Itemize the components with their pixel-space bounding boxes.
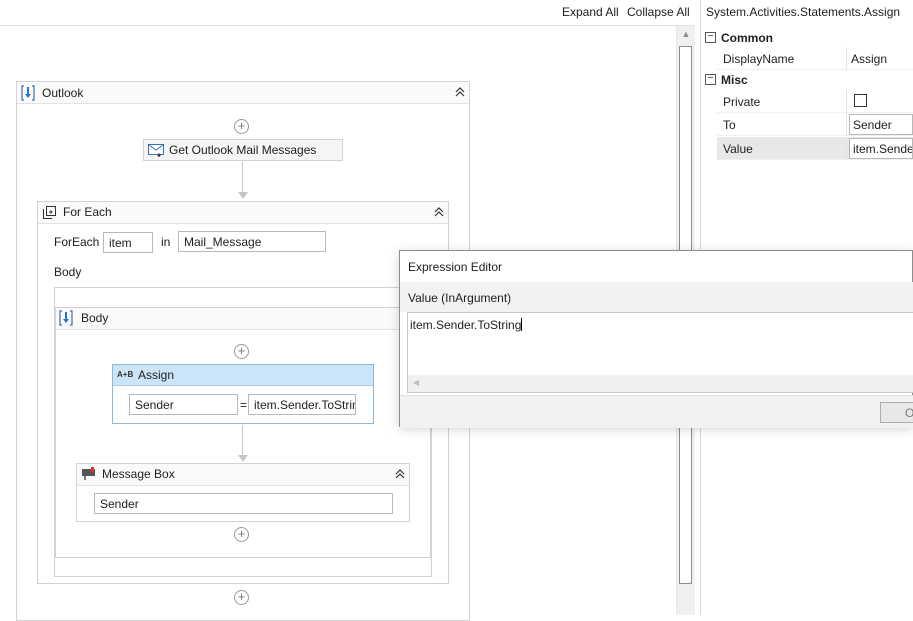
property-name: Private	[723, 95, 761, 109]
for-each-title: For Each	[63, 205, 112, 219]
property-name: To	[723, 118, 736, 132]
properties-title: System.Activities.Statements.Assign	[706, 5, 901, 19]
minus-icon[interactable]: −	[705, 74, 716, 85]
add-activity-plus-icon[interactable]: +	[234, 527, 249, 542]
ok-button[interactable]: OK	[880, 402, 913, 423]
expression-text-content: item.Sender.ToString	[410, 318, 522, 332]
property-row-to[interactable]: To Sender	[717, 113, 913, 136]
property-row-displayname[interactable]: DisplayName Assign	[717, 47, 913, 70]
foreach-collection-input[interactable]: Mail_Message	[178, 231, 326, 252]
add-activity-plus-icon[interactable]: +	[234, 344, 249, 359]
text-caret	[521, 318, 523, 331]
assign-title: Assign	[138, 368, 175, 382]
in-label: in	[161, 235, 171, 249]
property-row-value[interactable]: Value item.Sender.ToString	[717, 137, 913, 160]
outlook-sequence-title: Outlook	[42, 86, 84, 100]
assign-equals-sign: =	[240, 398, 248, 412]
foreach-label: ForEach	[54, 235, 100, 249]
body-sequence-title: Body	[81, 311, 109, 325]
collapse-all-link[interactable]: Collapse All	[627, 5, 690, 19]
expand-all-link[interactable]: Expand All	[562, 5, 619, 19]
assign-icon: A+B	[117, 370, 134, 379]
property-name: DisplayName	[723, 52, 795, 66]
sequence-icon	[59, 310, 73, 326]
expression-text[interactable]: item.Sender.ToString	[410, 318, 523, 332]
expression-text-editor[interactable]: item.Sender.ToString ◀	[407, 312, 913, 393]
collapse-icon[interactable]	[453, 86, 467, 100]
for-each-header[interactable]: For Each	[38, 202, 448, 224]
property-name: Value	[723, 142, 753, 156]
message-box-icon	[82, 467, 95, 480]
add-activity-plus-icon[interactable]: +	[234, 590, 249, 605]
collapse-icon[interactable]	[432, 206, 446, 220]
add-activity-plus-icon[interactable]: +	[234, 119, 249, 134]
connector-line	[242, 425, 243, 455]
property-value-cell[interactable]	[846, 90, 913, 113]
collapse-icon[interactable]	[393, 468, 407, 482]
displayname-value[interactable]: Assign	[851, 52, 887, 66]
property-value-cell[interactable]: Sender	[846, 113, 913, 136]
minus-icon[interactable]: −	[705, 32, 716, 43]
assign-header[interactable]: A+B Assign	[113, 365, 373, 386]
dialog-title: Expression Editor	[408, 260, 503, 274]
get-outlook-mail-messages-activity[interactable]: Get Outlook Mail Messages	[143, 139, 343, 161]
scroll-up-arrow-icon[interactable]: ▲	[677, 26, 695, 43]
private-checkbox[interactable]	[854, 94, 867, 107]
body-label: Body	[54, 265, 82, 279]
value-value-input[interactable]: item.Sender.ToString	[849, 138, 913, 159]
mail-icon	[148, 144, 164, 157]
message-box-title: Message Box	[102, 467, 175, 481]
message-box-header[interactable]: Message Box	[77, 464, 409, 486]
for-each-icon	[43, 206, 56, 219]
dialog-footer: OK	[400, 395, 913, 428]
connector-arrow-icon	[238, 192, 248, 199]
assign-to-input[interactable]: Sender	[129, 394, 238, 415]
connector-line	[242, 162, 243, 192]
foreach-item-variable-input[interactable]: item	[103, 232, 153, 253]
category-common-label: Common	[721, 31, 773, 45]
category-common[interactable]: − Common	[701, 28, 913, 48]
property-value-cell[interactable]: Assign	[846, 47, 913, 70]
sequence-icon	[21, 85, 35, 101]
argument-label: Value (InArgument)	[408, 291, 512, 305]
message-box-text-input[interactable]: Sender	[94, 493, 393, 514]
scroll-left-arrow-icon[interactable]: ◀	[410, 377, 422, 389]
property-row-private[interactable]: Private	[717, 90, 913, 113]
to-value-input[interactable]: Sender	[849, 114, 913, 135]
connector-arrow-icon	[238, 455, 248, 462]
property-value-cell[interactable]: item.Sender.ToString	[846, 137, 913, 160]
get-outlook-mail-messages-title: Get Outlook Mail Messages	[169, 143, 317, 157]
category-misc-label: Misc	[721, 73, 748, 87]
body-sequence-header[interactable]: Body	[56, 308, 430, 330]
argument-header: Value (InArgument)	[400, 282, 913, 312]
outlook-sequence-header[interactable]: Outlook	[17, 82, 469, 104]
assign-value-input[interactable]: item.Sender.ToString	[248, 394, 356, 415]
designer-toolbar: Expand All Collapse All	[0, 0, 695, 26]
expression-editor-dialog[interactable]: Expression Editor Value (InArgument) ite…	[399, 250, 913, 428]
category-misc[interactable]: − Misc	[701, 70, 913, 90]
editor-horizontal-scrollbar[interactable]: ◀	[408, 375, 913, 392]
